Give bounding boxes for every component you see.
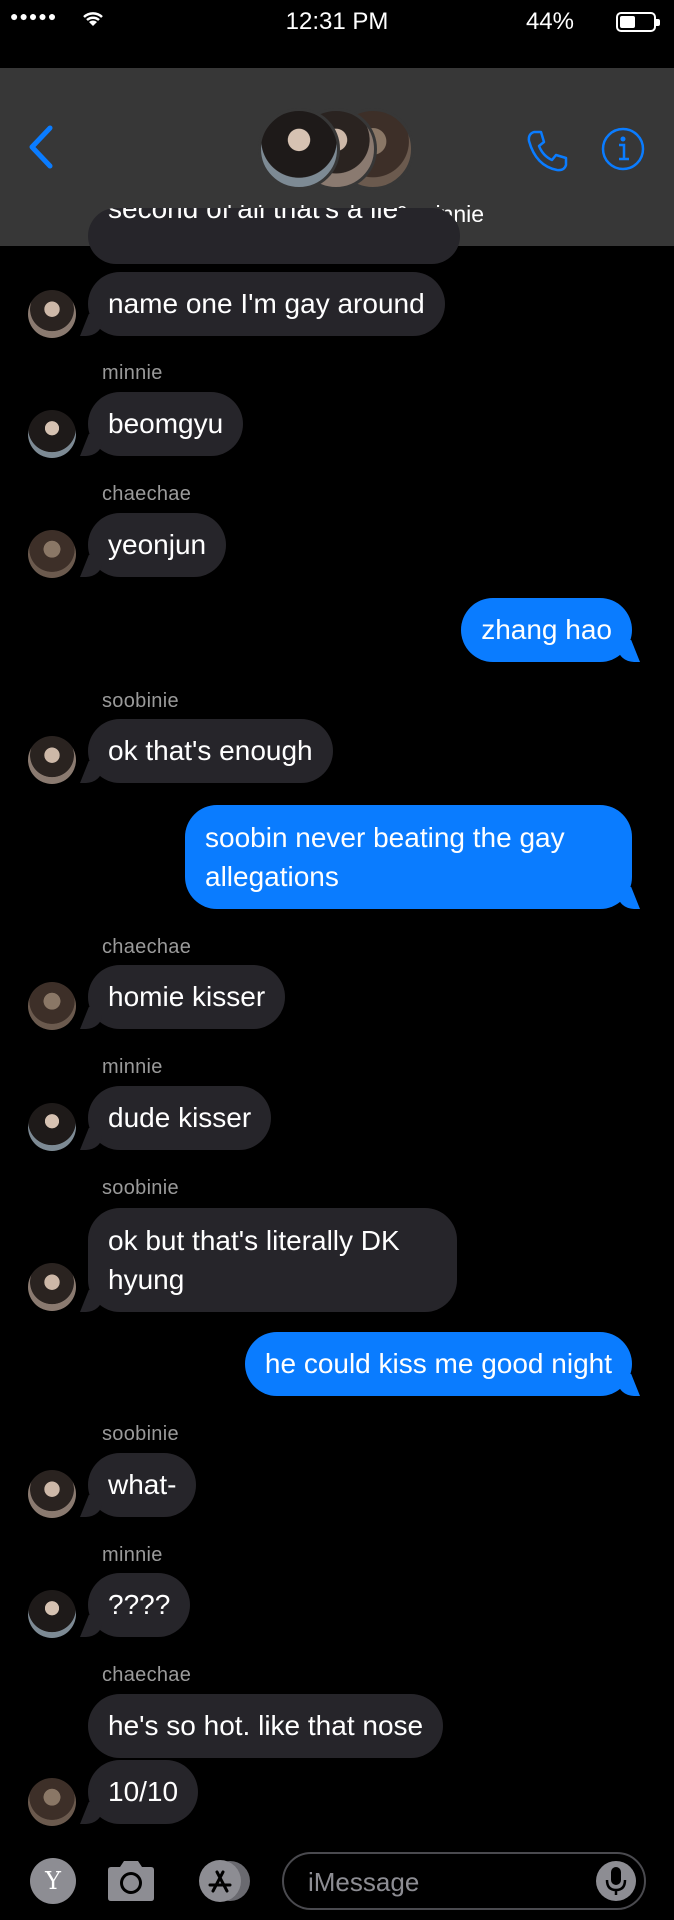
message-text: what- xyxy=(108,1469,177,1500)
message-text: dude kisser xyxy=(108,1102,252,1133)
app-store-button[interactable] xyxy=(192,1858,254,1904)
info-icon xyxy=(601,127,645,171)
message-bubble[interactable]: homie kisser xyxy=(88,965,286,1029)
message-bubble[interactable]: beomgyu xyxy=(88,392,244,456)
message-text: he's so hot. like that nose xyxy=(108,1710,424,1741)
message-text: 10/10 xyxy=(108,1776,179,1807)
message-text: ok that's enough xyxy=(108,735,313,766)
message-input[interactable]: iMessage xyxy=(282,1852,646,1910)
info-button[interactable] xyxy=(600,126,646,172)
sender-name: soobinie xyxy=(102,1177,179,1199)
message-bubble[interactable]: ???? xyxy=(88,1573,191,1637)
app-store-icon xyxy=(199,1860,250,1902)
back-button[interactable] xyxy=(24,122,58,172)
message-text: ???? xyxy=(108,1589,171,1620)
group-avatars[interactable] xyxy=(258,108,414,190)
message-bubble[interactable]: name one I'm gay around xyxy=(88,272,445,336)
message-input-placeholder: iMessage xyxy=(308,1867,420,1897)
battery-percentage: 44% xyxy=(525,8,574,35)
sender-name: minnie xyxy=(102,362,163,384)
avatar[interactable] xyxy=(28,1470,76,1518)
camera-icon xyxy=(108,1861,154,1901)
message-text: he could kiss me good night xyxy=(264,1348,612,1379)
sender-name: minnie xyxy=(102,1544,163,1566)
message-text: homie kisser xyxy=(108,981,266,1012)
message-bubble[interactable]: second of all that's a lie xyxy=(88,208,460,264)
message-bubble[interactable]: what- xyxy=(88,1453,197,1517)
sender-name: chaechae xyxy=(102,1664,192,1686)
avatar xyxy=(258,108,340,190)
message-text: zhang hao xyxy=(481,614,612,645)
message-text-line: ok but that's literally DK xyxy=(108,1225,400,1256)
sender-name: soobinie xyxy=(102,1423,179,1445)
sender-name: chaechae xyxy=(102,936,192,958)
sender-name: chaechae xyxy=(102,483,192,505)
avatar[interactable] xyxy=(28,530,76,578)
sender-name: minnie xyxy=(102,1056,163,1078)
message-bubble[interactable]: 10/10 xyxy=(88,1760,199,1824)
message-bubble[interactable]: soobin never beating the gay allegations xyxy=(185,805,632,909)
chevron-left-icon xyxy=(29,125,53,169)
microphone-icon xyxy=(605,1867,627,1895)
avatar[interactable] xyxy=(28,410,76,458)
message-list[interactable]: second of all that's a lie name one I'm … xyxy=(0,208,674,1846)
y-app-button[interactable]: Y xyxy=(30,1858,76,1904)
sender-name: soobinie xyxy=(102,690,179,712)
compose-bar: Y iMessage xyxy=(0,1846,674,1920)
avatar[interactable] xyxy=(28,982,76,1030)
battery-icon xyxy=(616,12,660,32)
microphone-button[interactable] xyxy=(596,1861,636,1901)
message-text: second of all that's a lie xyxy=(108,208,399,224)
message-text: yeonjun xyxy=(108,529,207,560)
message-text: beomgyu xyxy=(108,408,224,439)
message-bubble[interactable]: dude kisser xyxy=(88,1086,272,1150)
message-text-line: allegations xyxy=(205,861,339,892)
avatar[interactable] xyxy=(28,1590,76,1638)
message-bubble[interactable]: ok but that's literally DK hyung xyxy=(88,1208,457,1312)
message-text-line: soobin never beating the gay xyxy=(205,822,565,853)
message-bubble[interactable]: he could kiss me good night xyxy=(244,1332,632,1396)
message-bubble[interactable]: zhang hao xyxy=(461,598,632,662)
message-bubble[interactable]: ok that's enough xyxy=(88,719,333,783)
avatar[interactable] xyxy=(28,1103,76,1151)
avatar[interactable] xyxy=(28,736,76,784)
call-button[interactable] xyxy=(524,128,570,174)
status-bar: ●●●●● 12:31 PM 44% xyxy=(0,2,674,42)
camera-button[interactable] xyxy=(104,1858,158,1904)
avatar[interactable] xyxy=(28,1263,76,1311)
avatar[interactable] xyxy=(28,1778,76,1826)
phone-icon xyxy=(527,130,568,172)
message-bubble[interactable]: yeonjun xyxy=(88,513,227,577)
message-text-line: hyung xyxy=(108,1264,185,1295)
message-text: name one I'm gay around xyxy=(108,288,425,319)
message-bubble[interactable]: he's so hot. like that nose xyxy=(88,1694,444,1758)
avatar[interactable] xyxy=(28,290,76,338)
